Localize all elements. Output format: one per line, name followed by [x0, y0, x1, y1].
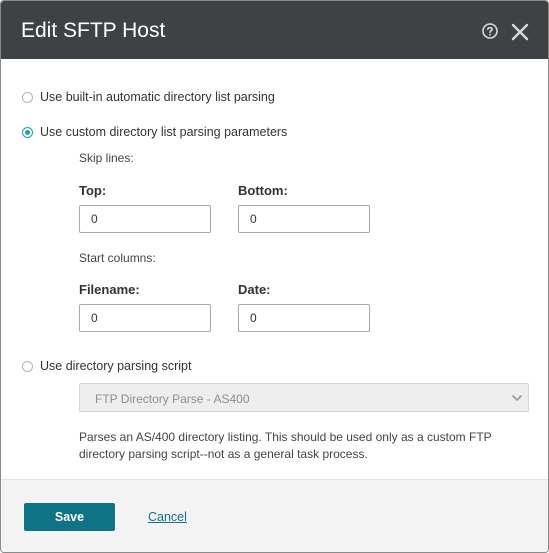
bottom-label: Bottom: — [238, 183, 288, 198]
date-label: Date: — [238, 282, 271, 297]
radio-parsing-script[interactable]: Use directory parsing script — [22, 359, 191, 373]
parsing-script-description: Parses an AS/400 directory listing. This… — [79, 430, 492, 461]
parsing-script-select[interactable]: FTP Directory Parse - AS400 — [79, 383, 529, 412]
help-circle-icon[interactable] — [482, 23, 498, 39]
filename-label: Filename: — [79, 282, 140, 297]
cancel-link[interactable]: Cancel — [148, 510, 187, 524]
edit-sftp-host-dialog: Edit SFTP Host Use built-in automatic di… — [0, 0, 549, 553]
radio-script-indicator[interactable] — [22, 360, 33, 372]
save-button[interactable]: Save — [24, 503, 115, 531]
dialog-title: Edit SFTP Host — [21, 19, 166, 42]
dialog-header: Edit SFTP Host — [1, 1, 548, 59]
start-columns-label: Start columns: — [79, 251, 156, 265]
bottom-input[interactable] — [238, 205, 370, 233]
chevron-down-icon — [512, 395, 522, 401]
radio-builtin-indicator[interactable] — [22, 91, 33, 103]
radio-builtin-label: Use built-in automatic directory list pa… — [40, 90, 275, 104]
radio-builtin-parsing[interactable]: Use built-in automatic directory list pa… — [22, 90, 275, 104]
date-input[interactable] — [238, 304, 370, 332]
skip-lines-label: Skip lines: — [79, 151, 134, 165]
top-input[interactable] — [79, 205, 211, 233]
top-label: Top: — [79, 183, 107, 198]
radio-custom-label: Use custom directory list parsing parame… — [40, 125, 288, 139]
radio-custom-indicator[interactable] — [22, 126, 33, 138]
radio-custom-parsing[interactable]: Use custom directory list parsing parame… — [22, 125, 287, 139]
filename-input[interactable] — [79, 304, 211, 332]
dialog-footer: Save Cancel — [1, 479, 548, 552]
close-icon[interactable] — [511, 23, 529, 41]
parsing-script-selected-value: FTP Directory Parse - AS400 — [95, 392, 250, 406]
radio-script-label: Use directory parsing script — [40, 359, 192, 373]
